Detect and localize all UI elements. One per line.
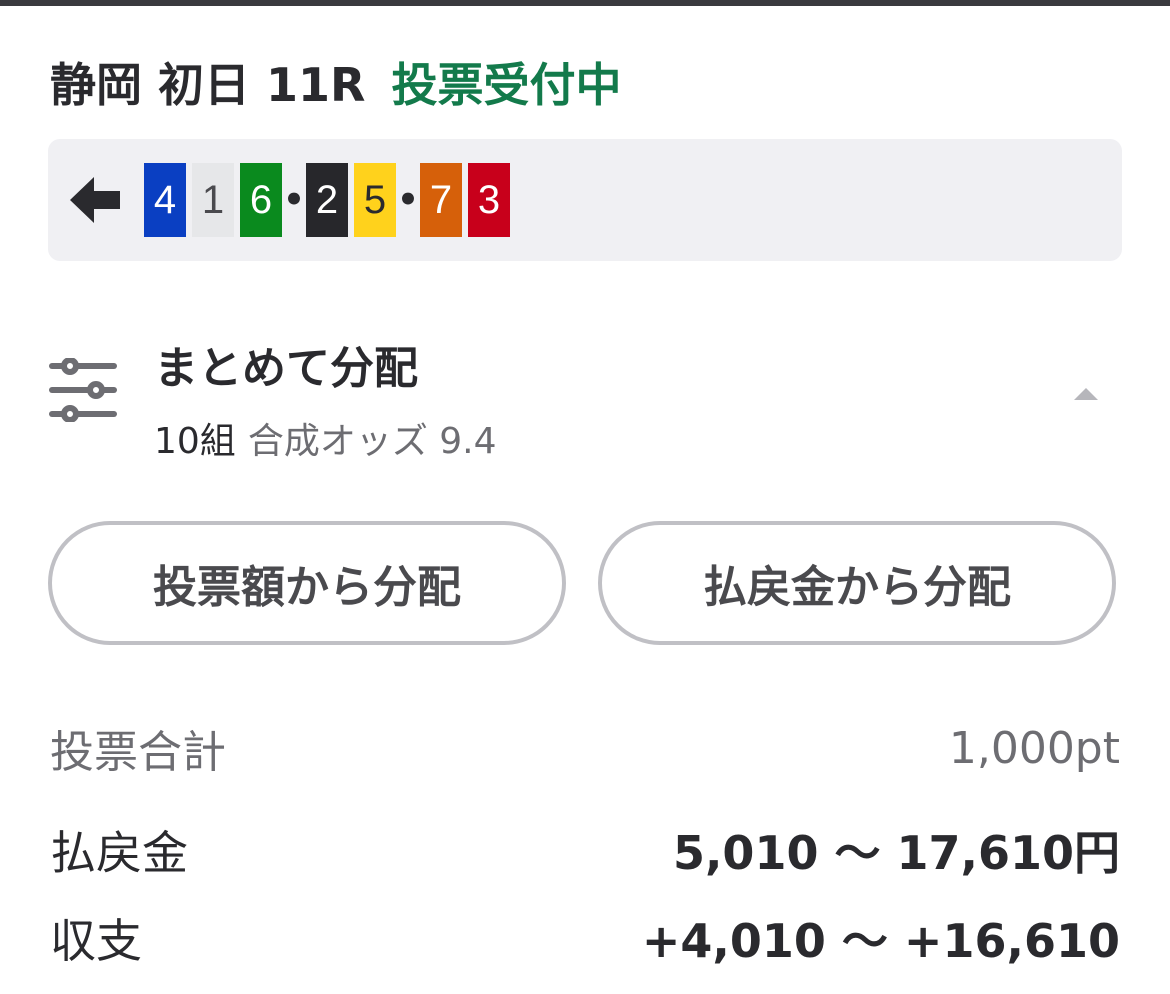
balance-row: 収支 +4,010 〜 +16,610 (50, 906, 1120, 970)
boat-chip-1: 1 (192, 163, 234, 237)
bet-total-value: 1,000pt (948, 722, 1120, 774)
combination-panel: 4 1 6 • 2 5 • 7 3 (48, 139, 1122, 261)
distribute-by-payout-button[interactable]: 払戻金から分配 (598, 521, 1116, 645)
boat-chip-5: 5 (354, 163, 396, 237)
race-header: 静岡 初日 11R 投票受付中 (50, 52, 621, 112)
sliders-icon (49, 358, 117, 422)
boat-chip-7: 7 (420, 163, 462, 237)
race-status: 投票受付中 (391, 58, 622, 112)
combination-separator: • (283, 180, 305, 220)
boat-chip-4: 4 (144, 163, 186, 237)
caret-up-icon[interactable] (1072, 386, 1100, 402)
distribute-by-amount-button[interactable]: 投票額から分配 (48, 521, 566, 645)
top-divider-bar (0, 0, 1170, 6)
boat-chip-2: 2 (306, 163, 348, 237)
back-arrow-icon[interactable] (70, 175, 122, 225)
balance-value: +4,010 〜 +16,610 (641, 914, 1120, 968)
boat-chip-3: 3 (468, 163, 510, 237)
distribution-title: まとめて分配 (154, 343, 418, 394)
race-title: 静岡 初日 11R (50, 58, 366, 112)
distribution-section[interactable]: まとめて分配 10組 合成オッズ 9.4 (48, 326, 1122, 466)
payout-value: 5,010 〜 17,610円 (672, 826, 1120, 880)
payout-label: 払戻金 (50, 826, 188, 880)
combined-odds: 合成オッズ 9.4 (247, 421, 497, 462)
balance-label: 収支 (50, 914, 142, 968)
payout-row: 払戻金 5,010 〜 17,610円 (50, 818, 1120, 882)
distribution-subtitle: 10組 合成オッズ 9.4 (154, 412, 497, 464)
bet-total-label: 投票合計 (50, 727, 226, 778)
combination-chips: 4 1 6 • 2 5 • 7 3 (144, 163, 510, 237)
boat-chip-6: 6 (240, 163, 282, 237)
combination-separator: • (397, 180, 419, 220)
bet-total-row: 投票合計 1,000pt (50, 716, 1120, 780)
combination-count: 10組 (154, 421, 236, 462)
